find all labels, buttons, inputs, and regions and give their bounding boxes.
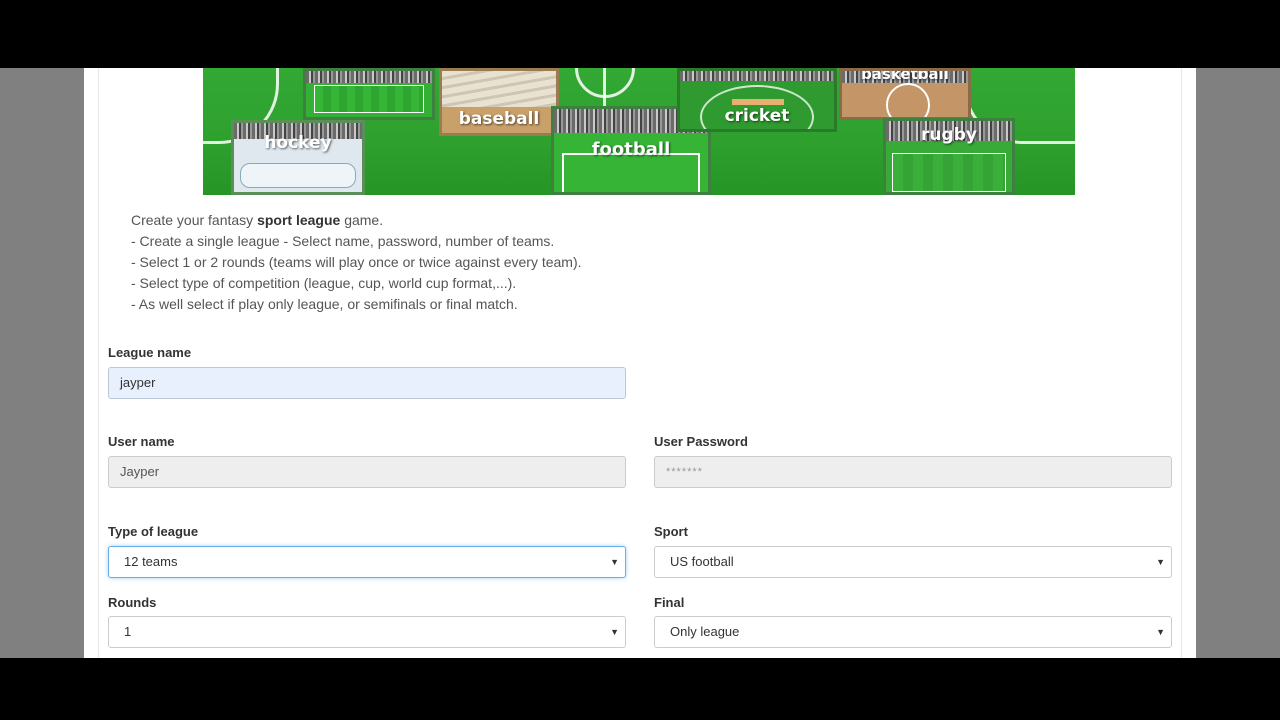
football-label: football — [591, 139, 671, 160]
caret-down-icon: ▼ — [1156, 627, 1165, 637]
sport-select[interactable]: US football ▼ — [654, 546, 1172, 578]
league-name-label: League name — [108, 345, 192, 360]
rounds-select[interactable]: 1 ▼ — [108, 616, 626, 648]
user-password-input[interactable]: ******* — [654, 456, 1172, 488]
basketball-tile: basketball — [839, 68, 971, 120]
type-of-league-select[interactable]: 12 teams ▼ — [108, 546, 626, 578]
type-of-league-label: Type of league — [108, 524, 199, 539]
sport-label: Sport — [654, 524, 688, 539]
rugby-label: rugby — [921, 125, 977, 145]
cricket-label: cricket — [724, 106, 790, 126]
desc-line: - Select 1 or 2 rounds (teams will play … — [131, 254, 582, 270]
intro-prefix: Create your fantasy — [131, 212, 258, 228]
sports-banner: baseball hockey football cricket basketb… — [203, 68, 1075, 195]
user-name-input[interactable]: Jayper — [108, 456, 626, 488]
soccer-tile — [303, 68, 435, 120]
page-container: baseball hockey football cricket basketb… — [84, 68, 1196, 658]
user-password-label: User Password — [654, 434, 748, 449]
center-circle — [575, 68, 635, 98]
browser-viewport: baseball hockey football cricket basketb… — [0, 68, 1280, 658]
desc-line: - Select type of competition (league, cu… — [131, 275, 517, 291]
final-value: Only league — [670, 624, 740, 639]
user-name-label: User name — [108, 434, 175, 449]
final-select[interactable]: Only league ▼ — [654, 616, 1172, 648]
desc-line: - As well select if play only league, or… — [131, 296, 518, 312]
baseball-tile: baseball — [439, 68, 559, 136]
rounds-value: 1 — [124, 624, 132, 639]
rounds-label: Rounds — [108, 595, 157, 610]
hockey-label: hockey — [264, 133, 332, 153]
caret-down-icon: ▼ — [610, 557, 619, 567]
final-label: Final — [654, 595, 685, 610]
intro-suffix: game. — [340, 212, 384, 228]
rugby-tile: rugby — [883, 118, 1015, 195]
baseball-label: baseball — [458, 109, 540, 129]
type-of-league-value: 12 teams — [124, 554, 178, 569]
intro-line: Create your fantasy sport league game. — [131, 210, 582, 231]
caret-down-icon: ▼ — [1156, 557, 1165, 567]
desc-line: - Create a single league - Select name, … — [131, 233, 555, 249]
cricket-tile: cricket — [677, 68, 837, 132]
hockey-tile: hockey — [231, 120, 365, 195]
basketball-label: basketball — [861, 68, 949, 83]
league-name-input[interactable]: jayper — [108, 367, 626, 399]
intro-bold: sport league — [257, 212, 341, 228]
intro-description: Create your fantasy sport league game. -… — [131, 210, 582, 315]
sport-value: US football — [670, 554, 734, 569]
caret-down-icon: ▼ — [610, 627, 619, 637]
